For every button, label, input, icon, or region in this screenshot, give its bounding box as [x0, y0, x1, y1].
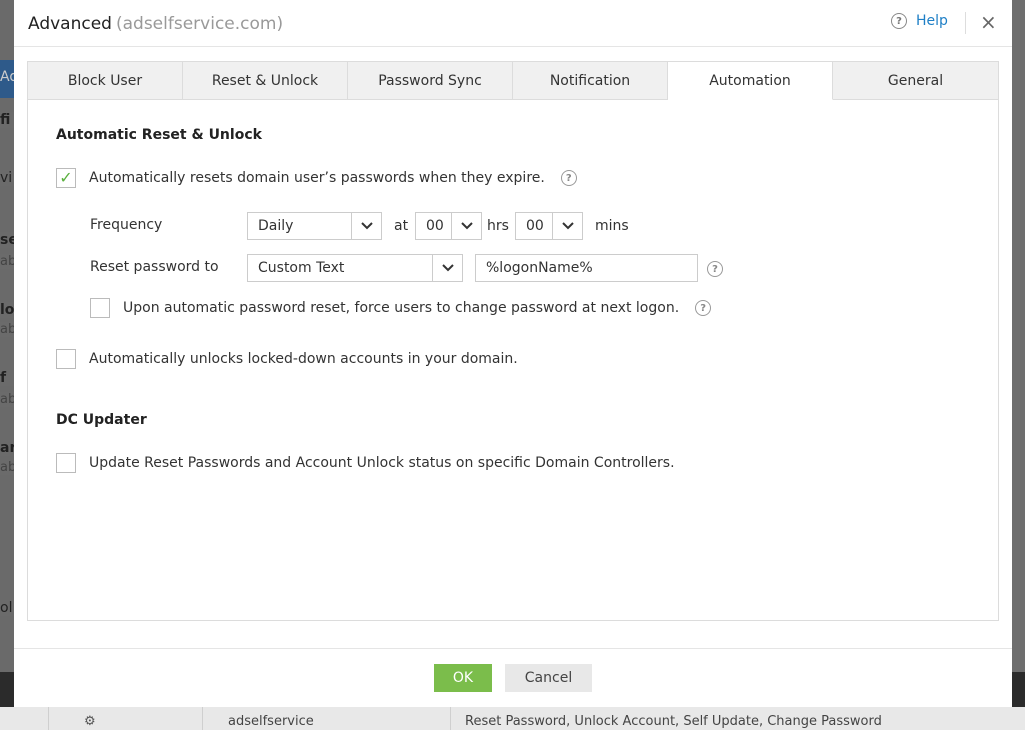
dialog-subtitle: (adselfservice.com)	[115, 14, 284, 34]
background-row-text: Reset Password, Unlock Account, Self Upd…	[465, 714, 882, 729]
background-snippet: Ad	[0, 69, 14, 85]
help-question-icon[interactable]: ?	[560, 170, 577, 186]
custom-text-input[interactable]	[475, 254, 698, 282]
dc-update-row: Update Reset Passwords and Account Unloc…	[56, 453, 675, 473]
header-divider	[965, 12, 966, 34]
dialog-title: Advanced (adselfservice.com)	[28, 14, 283, 34]
background-snippet: ol	[0, 600, 14, 616]
checkmark-icon: ✓	[59, 168, 73, 187]
auto-reset-row: ✓ Automatically resets domain user’s pas…	[56, 168, 577, 188]
dialog-title-text: Advanced	[28, 14, 112, 34]
auto-unlock-checkbox[interactable]	[56, 349, 76, 369]
auto-reset-label: Automatically resets domain user’s passw…	[89, 170, 545, 186]
close-icon[interactable]: ×	[980, 10, 997, 34]
minutes-value: 00	[526, 218, 544, 234]
dc-update-checkbox[interactable]	[56, 453, 76, 473]
tab-general[interactable]: General	[833, 62, 998, 99]
tab-automation[interactable]: Automation	[668, 62, 833, 100]
background-snippet: ar	[0, 440, 14, 456]
cancel-button[interactable]: Cancel	[505, 664, 592, 692]
section-title-dc-updater: DC Updater	[56, 412, 147, 428]
gear-icon: ⚙	[84, 714, 96, 729]
auto-unlock-row: Automatically unlocks locked-down accoun…	[56, 349, 518, 369]
section-title-reset-unlock: Automatic Reset & Unlock	[56, 127, 262, 143]
force-change-checkbox[interactable]	[90, 298, 110, 318]
at-label: at	[394, 218, 409, 234]
help-question-icon: ?	[891, 13, 907, 29]
background-right-strip	[1012, 0, 1025, 707]
force-change-label: Upon automatic password reset, force use…	[123, 300, 680, 316]
tab-reset-unlock[interactable]: Reset & Unlock	[183, 62, 348, 99]
tab-password-sync[interactable]: Password Sync	[348, 62, 513, 99]
background-snippet: vi	[0, 170, 14, 186]
frequency-value: Daily	[258, 218, 294, 234]
auto-unlock-label: Automatically unlocks locked-down accoun…	[89, 351, 518, 367]
hours-value: 00	[426, 218, 444, 234]
force-change-row: Upon automatic password reset, force use…	[90, 298, 712, 318]
mins-label: mins	[595, 218, 629, 234]
minutes-select[interactable]: 00	[515, 212, 583, 240]
background-divider	[48, 707, 49, 730]
background-row-text: adselfservice	[228, 714, 314, 729]
background-snippet: se	[0, 232, 14, 248]
background-snippet: fi	[0, 112, 14, 128]
tab-notification[interactable]: Notification	[513, 62, 668, 99]
frequency-label: Frequency	[90, 217, 163, 233]
tab-block-user[interactable]: Block User	[28, 62, 183, 99]
background-snippet: lo	[0, 302, 14, 318]
dialog-content: Block User Reset & Unlock Password Sync …	[27, 61, 999, 621]
hrs-label: hrs	[487, 218, 509, 234]
hours-select[interactable]: 00	[415, 212, 482, 240]
reset-to-select[interactable]: Custom Text	[247, 254, 463, 282]
ok-button[interactable]: OK	[434, 664, 492, 692]
dialog-header: Advanced (adselfservice.com) ? Help ×	[14, 0, 1012, 47]
reset-to-label: Reset password to	[90, 259, 219, 275]
background-snippet: f	[0, 370, 14, 386]
chevron-down-icon	[351, 213, 381, 239]
help-question-icon[interactable]: ?	[707, 261, 723, 277]
dialog-footer: OK Cancel	[14, 648, 1012, 707]
background-divider	[450, 707, 451, 730]
chevron-down-icon	[432, 255, 462, 281]
help-question-icon[interactable]: ?	[695, 300, 712, 316]
auto-reset-checkbox[interactable]: ✓	[56, 168, 76, 188]
help-link[interactable]: ? Help	[891, 13, 948, 29]
reset-to-value: Custom Text	[258, 260, 345, 276]
dc-update-label: Update Reset Passwords and Account Unloc…	[89, 455, 675, 471]
background-snippet: ab	[0, 322, 14, 337]
advanced-dialog: Advanced (adselfservice.com) ? Help × Blo…	[14, 0, 1012, 707]
frequency-select[interactable]: Daily	[247, 212, 382, 240]
tab-bar: Block User Reset & Unlock Password Sync …	[28, 62, 998, 100]
chevron-down-icon	[451, 213, 481, 239]
background-snippet: ab	[0, 460, 14, 475]
background-snippet: ab	[0, 254, 14, 269]
chevron-down-icon	[552, 213, 582, 239]
background-snippet: ab	[0, 392, 14, 407]
background-divider	[202, 707, 203, 730]
help-label: Help	[916, 13, 948, 29]
